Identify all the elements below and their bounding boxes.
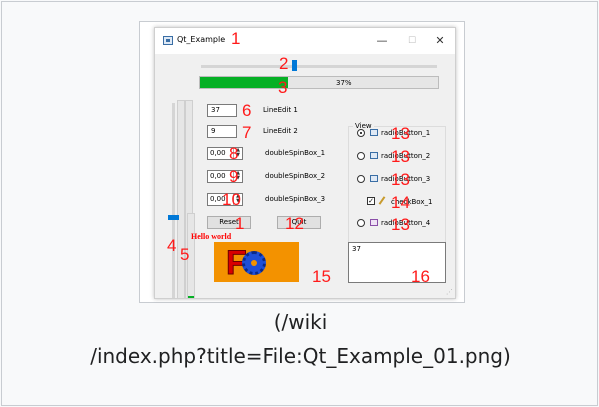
gear-icon [242, 251, 266, 275]
window-icon [370, 175, 378, 182]
spin-arrows-icon[interactable]: ▲ ▼ [233, 171, 242, 182]
caption-line-1[interactable]: (/wiki [2, 309, 599, 336]
vertical-slider[interactable] [172, 103, 175, 298]
text-edit[interactable]: 37 [348, 242, 446, 283]
double-spinbox-1[interactable]: 0,00 ▲ ▼ [207, 147, 243, 160]
window-title: Qt_Example [177, 35, 226, 44]
annotation-15: 15 [312, 267, 331, 286]
double-spinbox-1-value: 0,00 [210, 149, 226, 157]
minimize-button[interactable]: — [369, 32, 395, 50]
freecad-logo-icon: F [214, 242, 299, 282]
window-icon [370, 152, 378, 159]
radio-button-1-label: radioButton_1 [381, 129, 431, 137]
checkbox-1-label: checkBox_1 [391, 198, 433, 206]
qt-app-icon [163, 36, 173, 45]
checkbox-1[interactable]: ✓ [367, 197, 375, 205]
hello-label: Hello world [191, 232, 232, 241]
annotation-7: 7 [242, 123, 252, 142]
vertical-progress-fill [188, 296, 194, 298]
reset-button[interactable]: Reset [207, 216, 251, 229]
title-bar: Qt_Example — ☐ ✕ [155, 28, 455, 54]
vertical-progress-bar [187, 213, 195, 298]
window-icon [370, 129, 378, 136]
double-spinbox-3-value: 0,00 [210, 195, 226, 203]
annotation-2: 2 [279, 54, 289, 73]
lineedit-2[interactable]: 9 [207, 125, 237, 138]
caption-line-2[interactable]: /index.php?title=File:Qt_Example_01.png) [2, 343, 599, 370]
spin-arrows-icon[interactable]: ▲ ▼ [233, 148, 242, 159]
image-thumbnail[interactable]: Qt_Example — ☐ ✕ 37% 37 LineEdit 1 9 Lin… [139, 21, 465, 303]
window-icon [370, 219, 378, 226]
qt-window: Qt_Example — ☐ ✕ 37% 37 LineEdit 1 9 Lin… [154, 27, 456, 299]
double-spinbox-3[interactable]: 0,00 ▲ ▼ [207, 193, 243, 206]
double-spinbox-2[interactable]: 0,00 ▲ ▼ [207, 170, 243, 183]
horizontal-slider-handle[interactable] [292, 60, 297, 71]
progress-bar: 37% [199, 76, 439, 89]
radio-button-3-label: radioButton_3 [381, 175, 431, 183]
maximize-button[interactable]: ☐ [399, 32, 425, 50]
lineedit-1-label: LineEdit 1 [263, 106, 298, 114]
vertical-scrollbar[interactable] [177, 100, 185, 298]
close-button[interactable]: ✕ [427, 32, 453, 50]
radio-button-2[interactable] [357, 152, 365, 160]
horizontal-slider[interactable] [201, 65, 437, 68]
radio-button-1[interactable] [357, 129, 365, 137]
vertical-slider-handle[interactable] [168, 215, 179, 220]
radio-button-4-label: radioButton_4 [381, 219, 431, 227]
quit-button[interactable]: Quit [277, 216, 321, 229]
spin-arrows-icon[interactable]: ▲ ▼ [233, 194, 242, 205]
progress-bar-fill [200, 77, 289, 88]
double-spinbox-2-value: 0,00 [210, 172, 226, 180]
view-groupbox [348, 126, 446, 258]
resize-grip-icon[interactable]: ⋰ [446, 288, 453, 296]
radio-button-2-label: radioButton_2 [381, 152, 431, 160]
annotation-6: 6 [242, 101, 252, 120]
lineedit-1[interactable]: 37 [207, 104, 237, 117]
progress-text: 37% [336, 79, 352, 87]
double-spinbox-1-label: doubleSpinBox_1 [265, 149, 326, 157]
image-frame: Qt_Example — ☐ ✕ 37% 37 LineEdit 1 9 Lin… [1, 1, 598, 406]
double-spinbox-3-label: doubleSpinBox_3 [265, 195, 326, 203]
radio-button-3[interactable] [357, 175, 365, 183]
radio-button-4[interactable] [357, 219, 365, 227]
lineedit-2-label: LineEdit 2 [263, 127, 298, 135]
double-spinbox-2-label: doubleSpinBox_2 [265, 172, 326, 180]
